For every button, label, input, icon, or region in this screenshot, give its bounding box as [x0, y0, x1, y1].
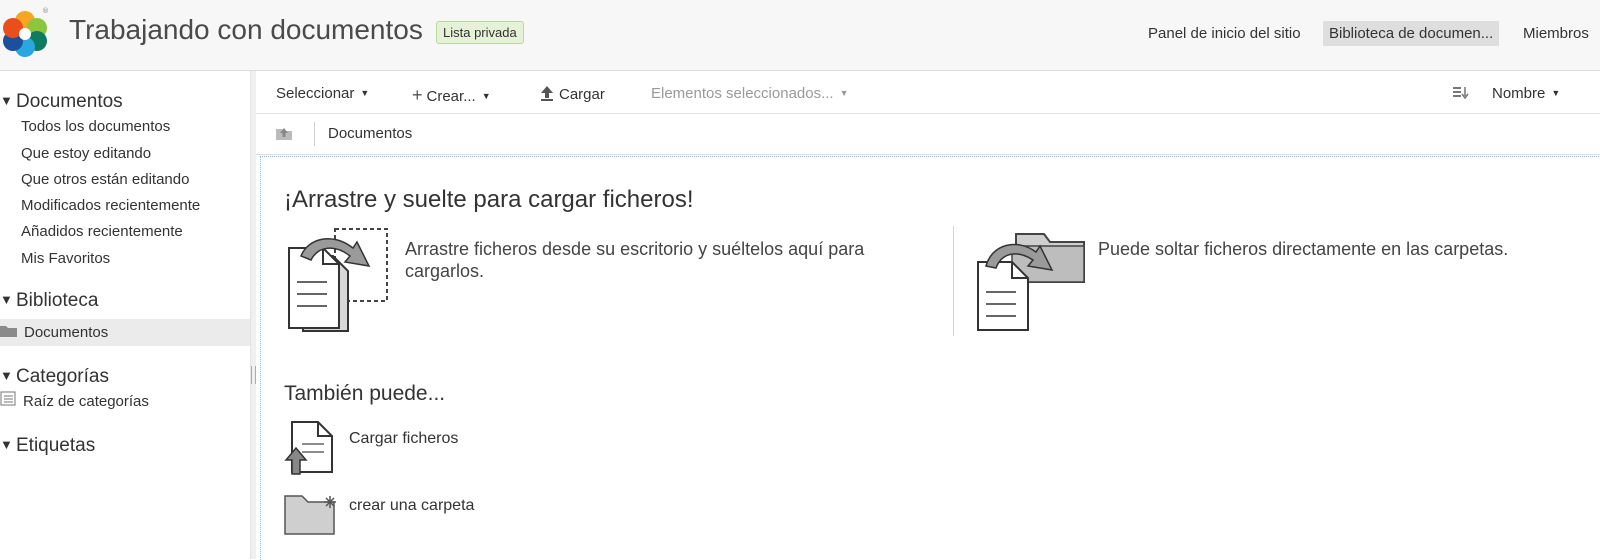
sidebar-heading-documents[interactable]: ▼ Documentos [0, 91, 123, 113]
alfresco-logo-icon[interactable]: ® [0, 2, 52, 60]
sidebar-item-editing-me[interactable]: Que estoy editando [21, 145, 151, 162]
sort-field-menu[interactable]: Nombre ▼ [1492, 85, 1560, 102]
drag-from-desktop-icon [288, 228, 388, 332]
breadcrumb-separator [314, 122, 315, 146]
caret-down-icon: ▼ [360, 88, 370, 98]
caret-down-icon: ▼ [481, 91, 491, 101]
nav-document-library[interactable]: Biblioteca de documen... [1323, 21, 1500, 46]
sort-direction-icon[interactable] [1452, 85, 1470, 101]
section-divider [953, 226, 954, 336]
caret-down-icon: ▼ [839, 88, 849, 98]
new-folder-icon[interactable] [284, 492, 340, 538]
nav-site-dashboard[interactable]: Panel de inicio del sitio [1142, 21, 1307, 46]
site-title: Trabajando con documentos [69, 14, 423, 45]
drop-into-folder-text: Puede soltar ficheros directamente en la… [1098, 239, 1509, 259]
sidebar-item-editing-others[interactable]: Que otros están editando [21, 171, 189, 188]
drop-into-folder-icon [977, 233, 1085, 331]
upload-button[interactable]: Cargar [539, 85, 605, 103]
breadcrumb: Documentos [256, 114, 1600, 155]
also-you-can-title: También puede... [284, 382, 446, 405]
collapse-triangle-icon: ▼ [0, 368, 13, 383]
folder-icon [0, 326, 17, 337]
sidebar-item-documents-folder[interactable]: Documentos [24, 324, 108, 341]
sidebar-item-favorites[interactable]: Mis Favoritos [21, 250, 110, 267]
collapse-triangle-icon: ▼ [0, 93, 13, 108]
select-menu-button[interactable]: Seleccionar ▼ [276, 85, 369, 102]
selected-items-menu[interactable]: Elementos seleccionados... ▼ [651, 85, 849, 102]
svg-text:®: ® [42, 7, 49, 15]
category-icon [0, 391, 16, 406]
toolbar: Seleccionar ▼ + Crear... ▼ Cargar Elementos… [256, 71, 1600, 114]
sidebar-heading-tags[interactable]: ▼ Etiquetas [0, 435, 95, 457]
sidebar-item-all-documents[interactable]: Todos los documentos [21, 118, 170, 135]
caret-down-icon: ▼ [1551, 88, 1561, 98]
upload-files-icon[interactable] [284, 420, 336, 476]
sidebar-item-recently-modified[interactable]: Modificados recientemente [21, 197, 200, 214]
resize-grip-icon[interactable] [251, 366, 256, 384]
plus-icon: + [412, 85, 423, 105]
collapse-triangle-icon: ▼ [0, 437, 13, 452]
sidebar-item-category-root[interactable]: Raíz de categorías [23, 393, 149, 410]
drag-drop-title: ¡Arrastre y suelte para cargar ficheros! [284, 186, 694, 213]
drag-from-desktop-text: Arrastre ficheros desde su escritorio y … [405, 239, 865, 281]
nav-members[interactable]: Miembros [1517, 21, 1595, 46]
sidebar-heading-categories[interactable]: ▼ Categorías [0, 366, 109, 388]
create-folder-link[interactable]: crear una carpeta [349, 497, 474, 515]
breadcrumb-current[interactable]: Documentos [328, 125, 412, 142]
sidebar-item-recently-added[interactable]: Añadidos recientemente [21, 223, 183, 240]
upload-files-link[interactable]: Cargar ficheros [349, 430, 458, 448]
sidebar-heading-library[interactable]: ▼ Biblioteca [0, 290, 98, 312]
upload-icon [541, 86, 553, 101]
visibility-badge: Lista privada [436, 21, 524, 44]
create-button[interactable]: + Crear... ▼ [412, 85, 491, 106]
folder-up-icon[interactable] [275, 125, 293, 141]
collapse-triangle-icon: ▼ [0, 292, 13, 307]
site-header: ® Trabajando con documentos Lista privad… [0, 0, 1600, 71]
